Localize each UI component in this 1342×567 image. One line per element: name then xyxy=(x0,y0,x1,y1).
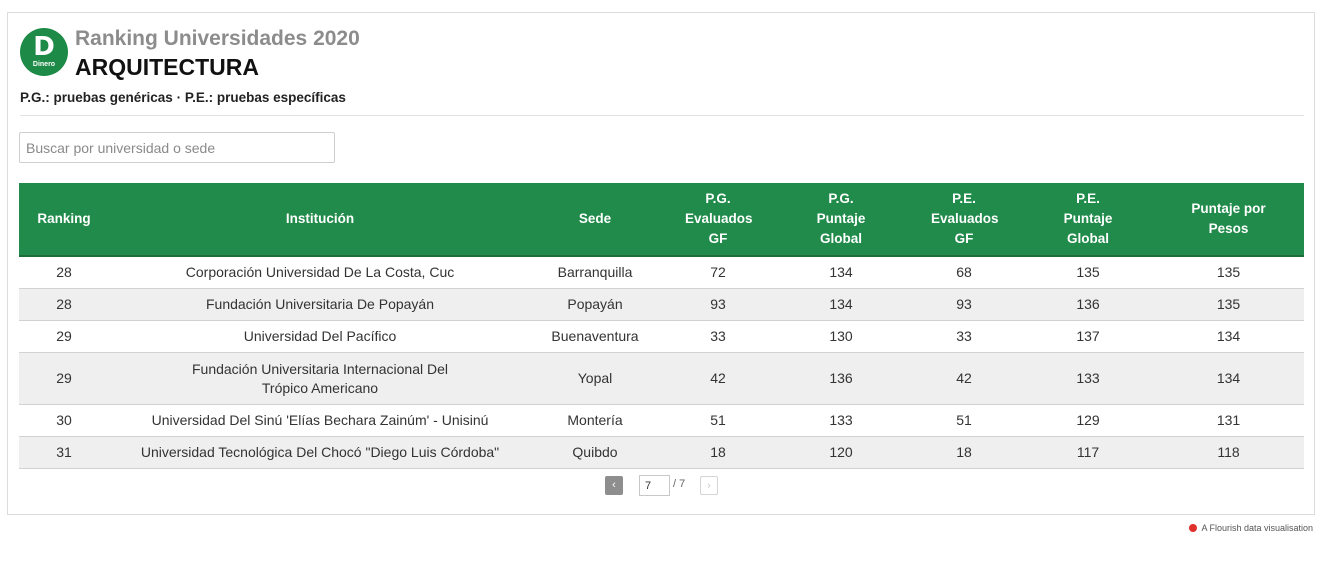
cell-puntaje-pesos: 135 xyxy=(1153,256,1304,289)
cell-pg-puntaje: 120 xyxy=(777,436,905,469)
page-title: Ranking Universidades 2020 xyxy=(75,27,360,50)
cell-pe-evaluados: 42 xyxy=(905,352,1023,405)
search-input[interactable] xyxy=(19,132,335,163)
next-page-button[interactable]: › xyxy=(700,476,718,495)
flourish-logo-icon xyxy=(1189,524,1198,532)
cell-pg-evaluados: 93 xyxy=(659,288,777,321)
cell-sede: Buenaventura xyxy=(531,320,659,353)
cell-pg-puntaje: 134 xyxy=(777,256,905,289)
header-divider xyxy=(20,115,1304,116)
table-row: 29 Fundación Universitaria Internacional… xyxy=(19,352,1304,405)
cell-ranking: 28 xyxy=(19,288,109,321)
cell-puntaje-pesos: 134 xyxy=(1153,352,1304,405)
ranking-table: Ranking Institución Sede P.G. Evaluados … xyxy=(19,183,1304,469)
cell-ranking: 28 xyxy=(19,256,109,289)
cell-pg-evaluados: 72 xyxy=(659,256,777,289)
cell-pe-evaluados: 51 xyxy=(905,404,1023,437)
logo-letter: D xyxy=(33,32,55,62)
cell-pe-puntaje: 129 xyxy=(1023,404,1153,437)
cell-pe-evaluados: 33 xyxy=(905,320,1023,353)
cell-puntaje-pesos: 131 xyxy=(1153,404,1304,437)
cell-sede: Popayán xyxy=(531,288,659,321)
cell-institucion: Fundación Universitaria Internacional De… xyxy=(109,352,531,405)
cell-pe-puntaje: 133 xyxy=(1023,352,1153,405)
column-header-pe-puntaje[interactable]: P.E. Puntaje Global xyxy=(1023,183,1153,257)
table-row: 28 Corporación Universidad De La Costa, … xyxy=(19,256,1304,289)
cell-pe-puntaje: 136 xyxy=(1023,288,1153,321)
cell-puntaje-pesos: 135 xyxy=(1153,288,1304,321)
cell-pe-puntaje: 117 xyxy=(1023,436,1153,469)
previous-page-button[interactable]: ‹ xyxy=(605,476,623,495)
cell-pg-evaluados: 42 xyxy=(659,352,777,405)
page-subtitle: ARQUITECTURA xyxy=(75,54,259,80)
abbreviation-legend: P.G.: pruebas genéricas · P.E.: pruebas … xyxy=(20,90,346,105)
cell-pg-puntaje: 136 xyxy=(777,352,905,405)
cell-sede: Yopal xyxy=(531,352,659,405)
column-header-institucion[interactable]: Institución xyxy=(109,183,531,257)
visualisation-card: D Dinero Ranking Universidades 2020 ARQU… xyxy=(7,12,1315,515)
cell-institucion: Universidad Del Sinú 'Elías Bechara Zain… xyxy=(109,404,531,437)
cell-sede: Barranquilla xyxy=(531,256,659,289)
cell-pg-evaluados: 33 xyxy=(659,320,777,353)
cell-pe-evaluados: 68 xyxy=(905,256,1023,289)
cell-pg-puntaje: 133 xyxy=(777,404,905,437)
column-header-pg-puntaje[interactable]: P.G. Puntaje Global xyxy=(777,183,905,257)
column-header-pg-evaluados[interactable]: P.G. Evaluados GF xyxy=(659,183,777,257)
flourish-credit-link[interactable]: A Flourish data visualisation xyxy=(1189,523,1313,533)
dinero-logo: D Dinero xyxy=(20,28,68,76)
credit-text: A Flourish data visualisation xyxy=(1201,523,1313,533)
table-row: 29 Universidad Del Pacífico Buenaventura… xyxy=(19,320,1304,353)
table-row: 31 Universidad Tecnológica Del Chocó "Di… xyxy=(19,436,1304,469)
cell-sede: Quibdo xyxy=(531,436,659,469)
cell-ranking: 31 xyxy=(19,436,109,469)
cell-institucion: Universidad Tecnológica Del Chocó "Diego… xyxy=(109,436,531,469)
cell-pg-evaluados: 18 xyxy=(659,436,777,469)
cell-ranking: 29 xyxy=(19,352,109,405)
cell-pg-puntaje: 134 xyxy=(777,288,905,321)
cell-pe-puntaje: 135 xyxy=(1023,256,1153,289)
pagination: ‹ / 7 › xyxy=(8,475,1314,497)
cell-ranking: 29 xyxy=(19,320,109,353)
column-header-ranking[interactable]: Ranking xyxy=(19,183,109,257)
cell-institucion: Universidad Del Pacífico xyxy=(109,320,531,353)
cell-institucion: Corporación Universidad De La Costa, Cuc xyxy=(109,256,531,289)
cell-pe-evaluados: 93 xyxy=(905,288,1023,321)
table-row: 28 Fundación Universitaria De Popayán Po… xyxy=(19,288,1304,321)
cell-pg-puntaje: 130 xyxy=(777,320,905,353)
page-total: / 7 xyxy=(673,478,686,490)
column-header-sede[interactable]: Sede xyxy=(531,183,659,257)
logo-text: Dinero xyxy=(32,61,56,68)
cell-puntaje-pesos: 118 xyxy=(1153,436,1304,469)
table-header-row: Ranking Institución Sede P.G. Evaluados … xyxy=(19,183,1304,257)
column-header-pe-evaluados[interactable]: P.E. Evaluados GF xyxy=(905,183,1023,257)
cell-institucion: Fundación Universitaria De Popayán xyxy=(109,288,531,321)
cell-ranking: 30 xyxy=(19,404,109,437)
cell-sede: Montería xyxy=(531,404,659,437)
cell-pe-evaluados: 18 xyxy=(905,436,1023,469)
column-header-puntaje-pesos[interactable]: Puntaje por Pesos xyxy=(1153,183,1304,257)
cell-pe-puntaje: 137 xyxy=(1023,320,1153,353)
table-row: 30 Universidad Del Sinú 'Elías Bechara Z… xyxy=(19,404,1304,437)
page-number-input[interactable] xyxy=(639,475,670,496)
cell-puntaje-pesos: 134 xyxy=(1153,320,1304,353)
cell-pg-evaluados: 51 xyxy=(659,404,777,437)
